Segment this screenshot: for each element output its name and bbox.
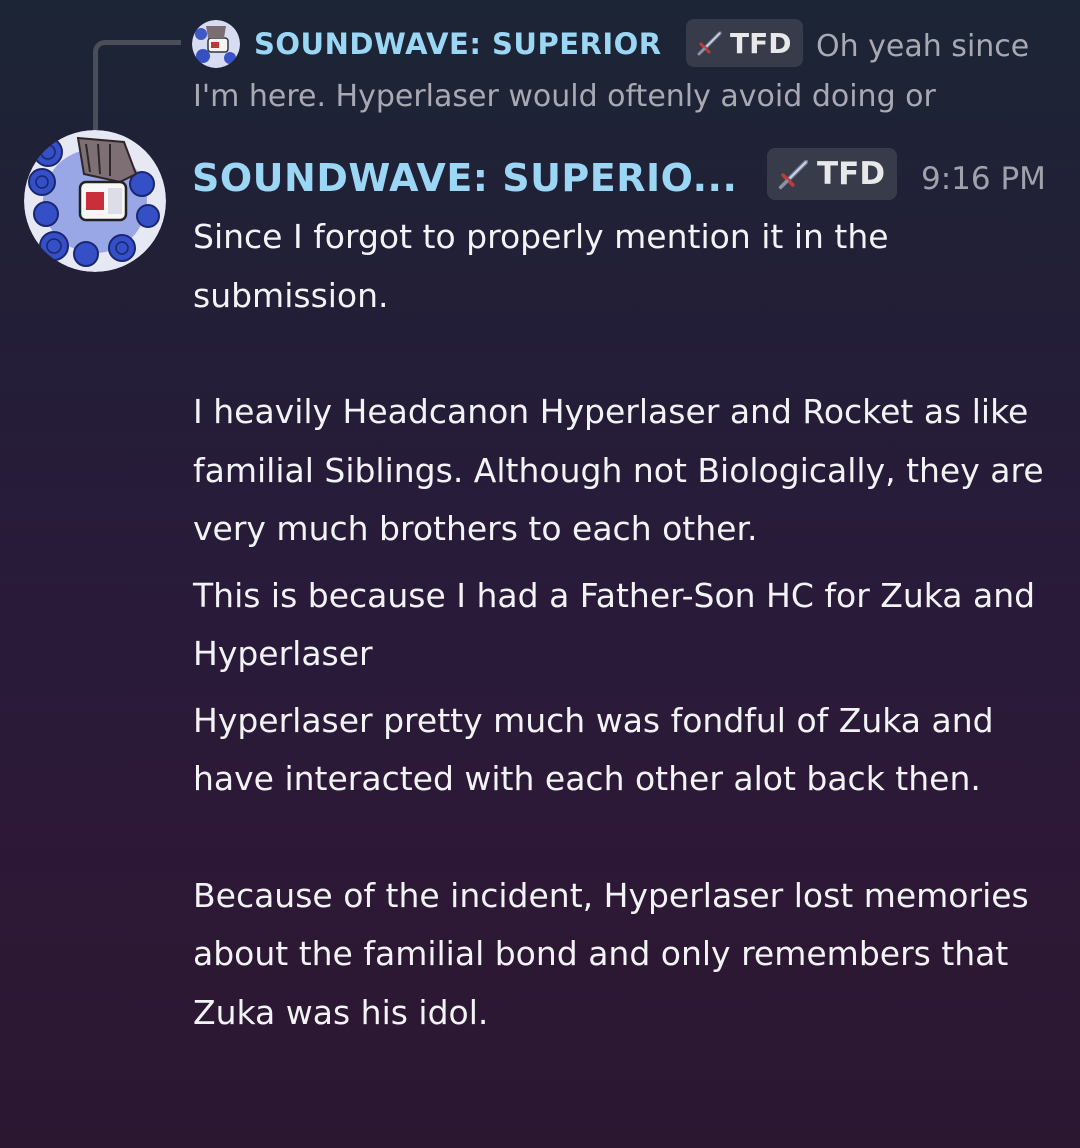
message-paragraph: This is because I had a Father-Son HC fo… [193,575,1046,674]
message-paragraph: Because of the incident, Hyperlaser lost… [193,875,1040,1032]
reply-connector-line [93,40,181,130]
author-avatar[interactable] [24,130,166,272]
message-timestamp: 9:16 PM [921,161,1046,197]
author-role-tag-label: TFD [817,156,886,192]
reply-message-preview[interactable]: Oh yeah since I'm here. Hyperlaser would… [193,22,1043,122]
message-body[interactable]: Since I forgot to properly mention it in… [193,208,1053,1042]
author-avatar-image [24,130,166,272]
message-paragraph: Since I forgot to properly mention it in… [193,217,900,315]
message-paragraph: I heavily Headcanon Hyperlaser and Rocke… [193,392,1055,548]
message-paragraph: Hyperlaser pretty much was fondful of Zu… [193,700,1005,799]
author-role-tag[interactable]: TFD [767,148,898,200]
sword-icon [778,160,808,190]
message-author-name[interactable]: SOUNDWAVE: SUPERIO... [192,153,737,203]
